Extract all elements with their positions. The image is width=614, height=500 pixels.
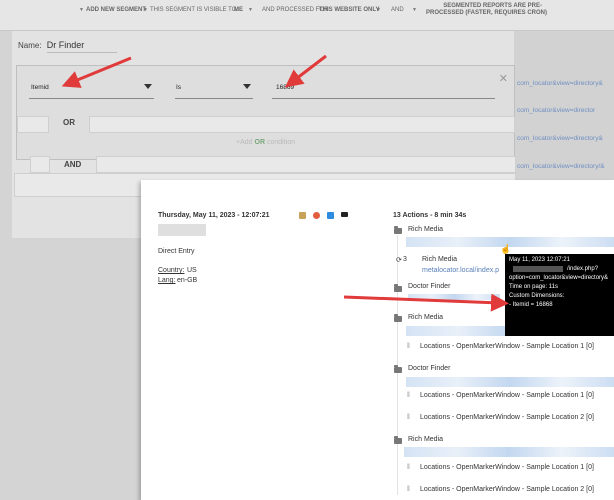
- arrow-to-value: [284, 54, 327, 88]
- arrow-to-tooltip-itemid: [343, 293, 509, 312]
- arrow-to-dimension: [61, 56, 132, 88]
- annotation-arrows: [61, 54, 509, 312]
